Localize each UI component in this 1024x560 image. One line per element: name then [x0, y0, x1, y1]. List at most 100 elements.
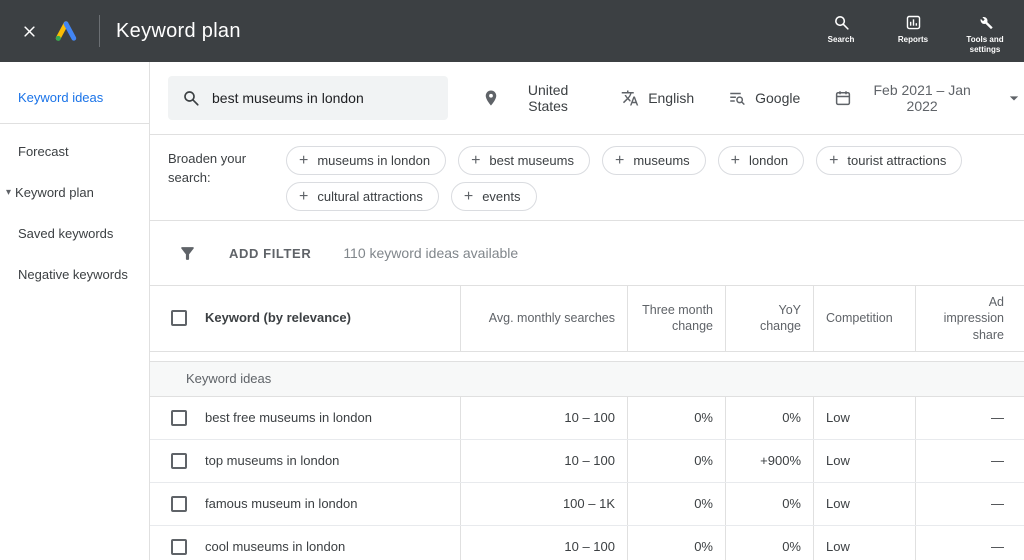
column-yoy-change[interactable]: YoY change — [725, 286, 813, 351]
filter-bar: ADD FILTER 110 keyword ideas available — [150, 221, 1024, 285]
select-all-checkbox[interactable] — [171, 310, 187, 326]
close-icon[interactable] — [22, 24, 37, 39]
broaden-chip[interactable]: + museums — [602, 146, 706, 175]
column-keyword[interactable]: Keyword (by relevance) — [202, 286, 460, 351]
competition-cell: Low — [813, 440, 915, 482]
page-title: Keyword plan — [116, 20, 241, 43]
sidebar-item-label: Keyword ideas — [18, 90, 103, 107]
keyword-cell: famous museum in london — [202, 483, 460, 525]
table-row: famous museum in london100 – 1K0%0%Low— — [150, 483, 1024, 526]
chip-label: museums in london — [317, 153, 430, 168]
table-row: best free museums in london10 – 1000%0%L… — [150, 397, 1024, 440]
sidebar-item-saved-keywords[interactable]: Saved keywords — [0, 214, 149, 255]
column-avg-monthly-searches[interactable]: Avg. monthly searches — [460, 286, 627, 351]
row-checkbox[interactable] — [171, 496, 187, 512]
language-label: English — [648, 90, 694, 106]
keyword-cell: top museums in london — [202, 440, 460, 482]
ad-impression-share-cell: — — [915, 440, 1024, 482]
ad-impression-share-cell: — — [915, 397, 1024, 439]
row-checkbox[interactable] — [171, 539, 187, 555]
criteria-bar: United States English Google Feb 2021 – … — [150, 62, 1024, 135]
sidebar-item-negative-keywords[interactable]: Negative keywords — [0, 255, 149, 296]
search-icon — [833, 14, 850, 31]
broaden-label: Broaden your search: — [168, 144, 260, 211]
row-checkbox-cell — [150, 483, 202, 525]
avg-monthly-searches-cell: 10 – 100 — [460, 397, 627, 439]
three-month-change-cell: 0% — [627, 397, 725, 439]
filter-funnel-icon[interactable] — [178, 244, 197, 263]
competition-cell: Low — [813, 483, 915, 525]
broaden-section: Broaden your search: +museums in london+… — [150, 135, 1024, 221]
chip-label: london — [749, 153, 788, 168]
column-competition[interactable]: Competition — [813, 286, 915, 351]
broaden-chips: +museums in london+best museums+museums+… — [286, 144, 1004, 211]
search-icon — [182, 89, 200, 107]
plus-icon: + — [615, 153, 624, 169]
row-checkbox-cell — [150, 526, 202, 560]
sidebar-item-label: Saved keywords — [18, 226, 113, 243]
table-row: cool museums in london10 – 1000%0%Low— — [150, 526, 1024, 560]
row-checkbox[interactable] — [171, 453, 187, 469]
language-selector[interactable]: English — [621, 89, 694, 107]
chip-label: museums — [633, 153, 689, 168]
plus-icon: + — [299, 189, 308, 205]
three-month-change-cell: 0% — [627, 440, 725, 482]
avg-monthly-searches-cell: 100 – 1K — [460, 483, 627, 525]
tools-and-settings-action[interactable]: Tools and settings — [956, 14, 1014, 55]
broaden-chip[interactable]: +best museums — [458, 146, 590, 175]
sidebar-item-label: Keyword plan — [15, 185, 94, 202]
search-action[interactable]: Search — [812, 14, 870, 45]
sidebar-item-keyword-ideas[interactable]: Keyword ideas — [0, 78, 149, 124]
page-body: Keyword ideas Forecast ▾ Keyword plan Saved … — [0, 62, 1024, 560]
competition-cell: Low — [813, 397, 915, 439]
date-range-selector[interactable]: Feb 2021 – Jan 2022 — [834, 82, 1024, 114]
column-ad-impression-share[interactable]: Ad impression share — [915, 286, 1024, 351]
row-checkbox-cell — [150, 397, 202, 439]
network-selector[interactable]: Google — [728, 89, 800, 107]
location-pin-icon — [482, 89, 500, 107]
ad-impression-share-cell: — — [915, 483, 1024, 525]
yoy-change-cell: 0% — [725, 483, 813, 525]
location-selector[interactable]: United States — [482, 82, 587, 114]
plus-icon: + — [471, 153, 480, 169]
keyword-cell: best free museums in london — [202, 397, 460, 439]
location-label: United States — [509, 82, 587, 114]
column-three-month-change[interactable]: Three month change — [627, 286, 725, 351]
keyword-ideas-count: 110 keyword ideas available — [343, 245, 518, 261]
row-checkbox[interactable] — [171, 410, 187, 426]
keyword-planner-app: Keyword plan Search Reports Tools and se… — [0, 0, 1024, 560]
plus-icon: + — [299, 153, 308, 169]
sidebar: Keyword ideas Forecast ▾ Keyword plan Saved … — [0, 62, 150, 560]
keyword-search-box — [168, 76, 448, 120]
wrench-icon — [977, 14, 994, 31]
reports-action[interactable]: Reports — [884, 14, 942, 45]
calendar-icon — [834, 89, 852, 107]
add-filter-button[interactable]: ADD FILTER — [229, 246, 311, 261]
ad-impression-share-cell: — — [915, 526, 1024, 560]
chip-label: tourist attractions — [847, 153, 946, 168]
broaden-chip[interactable]: +events — [451, 182, 537, 211]
topbar-divider — [99, 15, 100, 47]
broaden-chip[interactable]: +tourist attractions — [816, 146, 962, 175]
keyword-cell: cool museums in london — [202, 526, 460, 560]
tools-and-settings-action-label: Tools and settings — [956, 35, 1014, 55]
network-label: Google — [755, 90, 800, 106]
broaden-chip[interactable]: +london — [718, 146, 804, 175]
header-checkbox-cell — [150, 286, 202, 351]
table-rows: best free museums in london10 – 1000%0%L… — [150, 397, 1024, 560]
chevron-down-icon: ▾ — [6, 186, 11, 199]
reports-icon — [905, 14, 922, 31]
sidebar-item-keyword-plan[interactable]: ▾ Keyword plan — [0, 173, 149, 214]
three-month-change-cell: 0% — [627, 526, 725, 560]
sidebar-list: Keyword ideas Forecast ▾ Keyword plan Saved … — [0, 78, 149, 295]
keyword-search-input[interactable] — [212, 90, 434, 106]
table-row: top museums in london10 – 1000%+900%Low— — [150, 440, 1024, 483]
topbar-actions: Search Reports Tools and settings — [812, 8, 1014, 55]
sidebar-item-forecast[interactable]: Forecast — [0, 132, 149, 173]
date-range-label: Feb 2021 – Jan 2022 — [861, 82, 983, 114]
broaden-chip[interactable]: + museums in london — [286, 146, 446, 175]
search-network-icon — [728, 89, 746, 107]
yoy-change-cell: +900% — [725, 440, 813, 482]
broaden-chip[interactable]: +cultural attractions — [286, 182, 439, 211]
table-header: Keyword (by relevance) Avg. monthly sear… — [150, 285, 1024, 352]
